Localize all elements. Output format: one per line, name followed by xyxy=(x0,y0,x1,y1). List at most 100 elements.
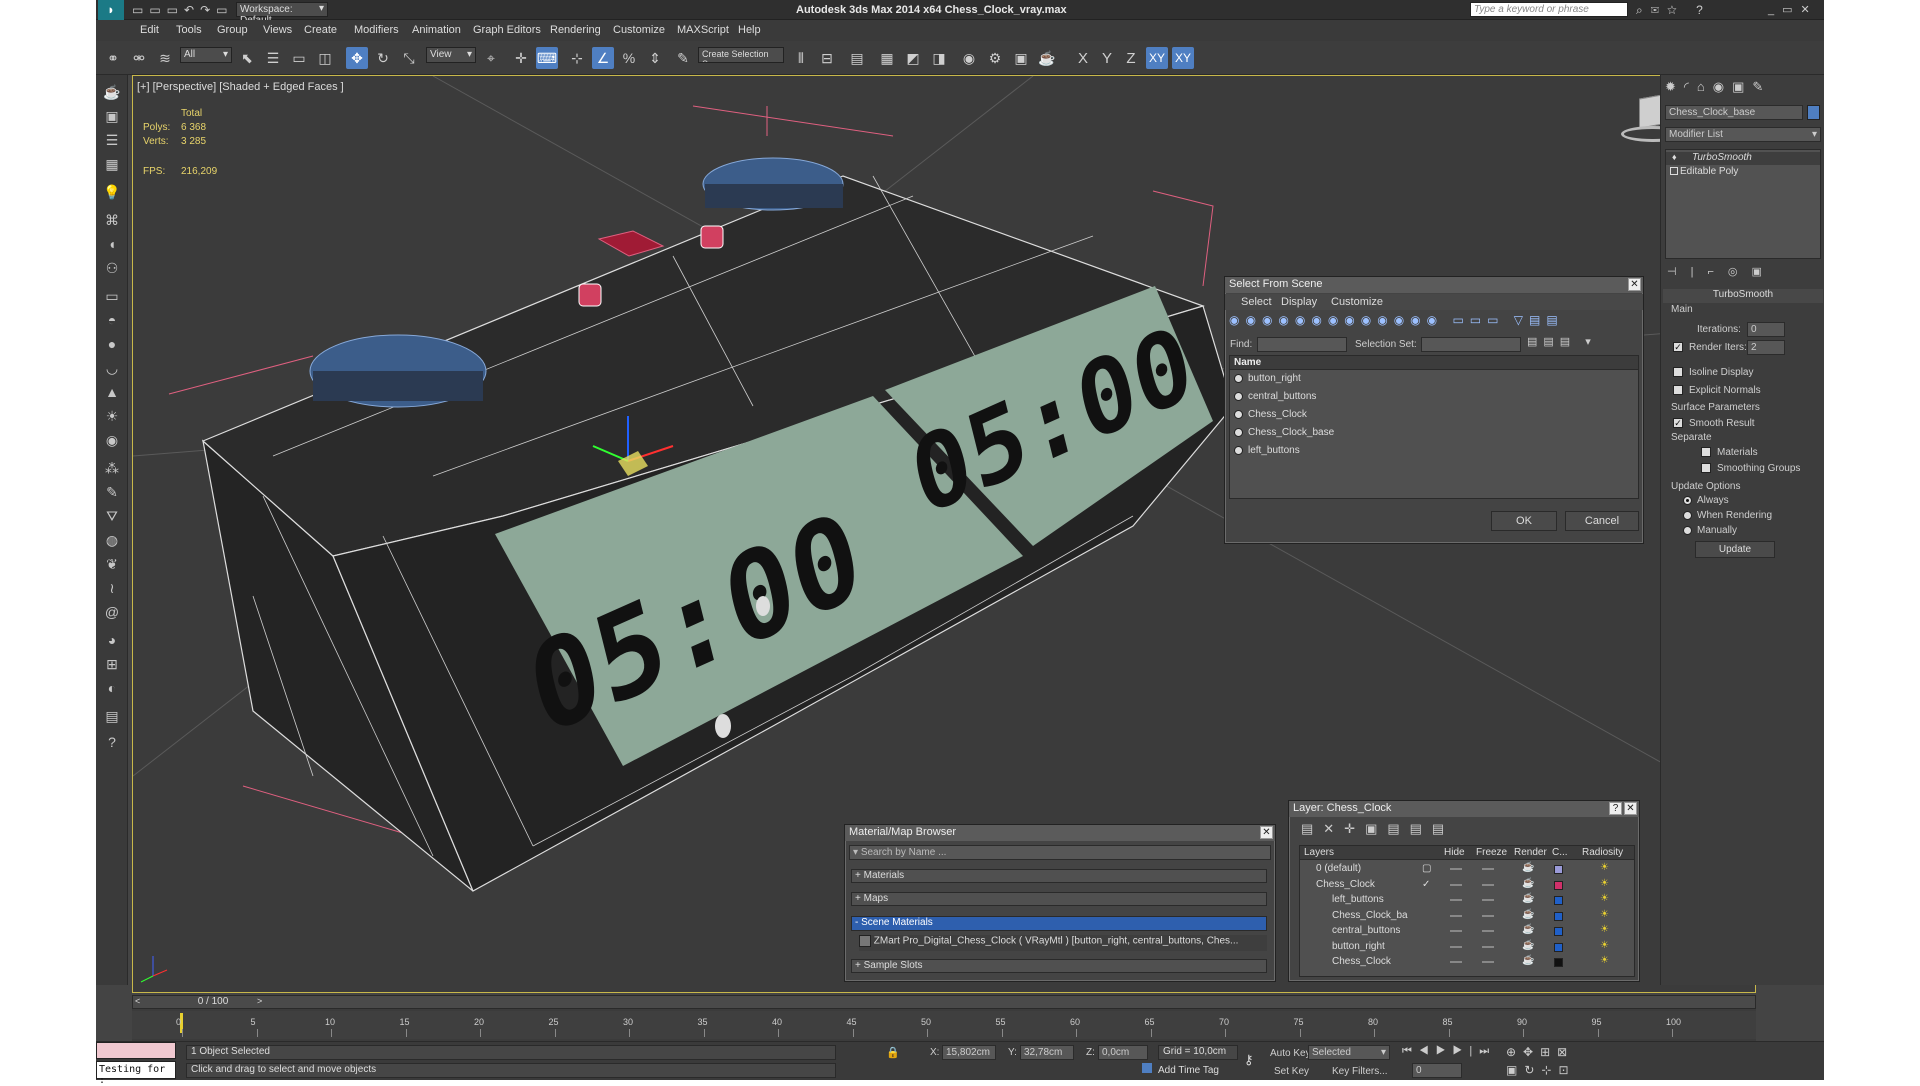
update-button[interactable]: Update xyxy=(1695,541,1775,558)
table-row[interactable]: Chess_Clock ✓ ☕ ☀ xyxy=(1300,878,1634,893)
pivot-center-icon[interactable]: ⌖ xyxy=(480,47,502,69)
ref-coord-dropdown[interactable]: View ▾ xyxy=(426,47,476,63)
list-item[interactable]: button_right xyxy=(1230,371,1638,388)
particles-icon[interactable]: ⁂ xyxy=(101,457,123,479)
sfs-filter-toolbar[interactable]: ◉◉◉◉◉◉◉◉◉◉◉◉◉ ▭▭▭ ▽▤▤ xyxy=(1229,313,1639,331)
grid-icon[interactable]: ▦ xyxy=(101,153,123,175)
select-move-icon[interactable]: ✥ xyxy=(346,47,368,69)
section-scene-materials[interactable]: - Scene Materials xyxy=(851,916,1267,931)
list-item[interactable]: Chess_Clock_base xyxy=(1230,425,1638,442)
render-iters-checkbox[interactable]: ✓ xyxy=(1673,342,1683,352)
hide-toggle[interactable] xyxy=(1450,930,1462,932)
app-logo-icon[interactable]: ◗ xyxy=(98,0,124,20)
iterations-spinner[interactable]: 0 xyxy=(1747,322,1785,337)
always-radio[interactable] xyxy=(1683,496,1692,505)
section-sample-slots[interactable]: + Sample Slots xyxy=(851,959,1267,973)
hide-toggle[interactable] xyxy=(1450,899,1462,901)
bind-spacewarp-icon[interactable]: ≋ xyxy=(154,47,176,69)
sfs-menu-select[interactable]: Select xyxy=(1241,296,1272,308)
quick-access-icons[interactable]: ▭▭▭↶↷▭ xyxy=(132,3,233,17)
smooth-result-checkbox[interactable]: ✓ xyxy=(1673,418,1683,428)
tripod-icon[interactable]: ⛛ xyxy=(101,505,123,527)
list-item[interactable]: central_buttons xyxy=(1230,389,1638,406)
when-rendering-radio[interactable] xyxy=(1683,511,1692,520)
object-name-field[interactable]: Chess_Clock_base xyxy=(1665,105,1803,120)
speaker-icon[interactable]: ◖ xyxy=(101,233,123,255)
workspace-dropdown[interactable]: Workspace: Default▾ xyxy=(236,2,328,26)
rendered-frame-icon[interactable]: ▣ xyxy=(1010,47,1032,69)
window-controls[interactable]: _▭✕ xyxy=(1768,3,1818,16)
menu-rendering[interactable]: Rendering xyxy=(550,24,601,36)
tape-icon[interactable]: ▤ xyxy=(101,705,123,727)
video-camera-icon[interactable]: ⚇ xyxy=(101,257,123,279)
radiosity-icon[interactable]: ☀ xyxy=(1600,909,1609,920)
freeze-toggle[interactable] xyxy=(1482,961,1494,963)
help-icon[interactable]: ? xyxy=(1609,802,1622,815)
list-item[interactable]: left_buttons xyxy=(1230,443,1638,460)
render-production-icon[interactable]: ☕ xyxy=(1036,47,1058,69)
current-layer-indicator[interactable]: ▢ xyxy=(1422,863,1431,874)
window-crossing-icon[interactable]: ◫ xyxy=(314,47,336,69)
radiosity-icon[interactable]: ☀ xyxy=(1600,893,1609,904)
prev-frame-icon[interactable]: < xyxy=(135,996,140,1006)
ok-button[interactable]: OK xyxy=(1491,511,1557,531)
stack-toolbar[interactable]: ⊣|⌐◎▣ xyxy=(1667,265,1817,281)
section-materials[interactable]: + Materials xyxy=(851,869,1267,883)
menu-views[interactable]: Views xyxy=(263,24,292,36)
key-icon[interactable]: ⚷ xyxy=(1244,1052,1254,1068)
key-mode-dropdown[interactable]: Selected ▾ xyxy=(1308,1045,1390,1060)
radiosity-icon[interactable]: ☀ xyxy=(1600,878,1609,889)
select-from-scene-title-bar[interactable]: Select From Scene ✕ xyxy=(1225,277,1643,293)
object-color-swatch[interactable] xyxy=(1807,105,1820,120)
hide-toggle[interactable] xyxy=(1450,868,1462,870)
select-scale-icon[interactable]: ⤡ xyxy=(398,47,420,69)
selection-filter-dropdown[interactable]: All ▾ xyxy=(180,47,232,63)
layer-color-swatch[interactable] xyxy=(1554,865,1563,874)
col-freeze[interactable]: Freeze xyxy=(1476,847,1507,858)
col-layers[interactable]: Layers xyxy=(1304,847,1334,858)
track-bar[interactable]: 0 5 10 15 20 25 30 35 40 45 50 55 60 65 70 75 80 85 90 95 10… xyxy=(132,1011,1756,1039)
hide-toggle[interactable] xyxy=(1450,883,1462,886)
col-color[interactable]: C... xyxy=(1552,847,1568,858)
cancel-button[interactable]: Cancel xyxy=(1565,511,1639,531)
z-coord-field[interactable]: 0,0cm xyxy=(1098,1045,1148,1060)
maxscript-input[interactable]: Testing for : xyxy=(96,1061,176,1086)
rect-selection-icon[interactable]: ▭ xyxy=(288,47,310,69)
time-slider[interactable]: < 0 / 100 > xyxy=(132,995,1756,1009)
hair-icon[interactable]: ≀ xyxy=(101,577,123,599)
link-icon[interactable]: ⚭ xyxy=(102,47,124,69)
command-panel-tabs[interactable]: ✹◜⌂◉▣✎ xyxy=(1665,79,1821,99)
teapot-icon[interactable]: ☕ xyxy=(1522,878,1534,889)
teapot-icon[interactable]: ☕ xyxy=(1522,893,1534,904)
materials-checkbox[interactable] xyxy=(1701,447,1711,457)
teapot-icon[interactable]: ☕ xyxy=(1522,955,1534,966)
light-bulb-icon[interactable]: 💡 xyxy=(101,181,123,203)
sfs-selset-icons[interactable]: ▤▤▤ ▾ xyxy=(1527,335,1597,348)
freeze-toggle[interactable] xyxy=(1482,930,1494,932)
current-frame-field[interactable]: 0 xyxy=(1412,1063,1462,1078)
snap-toggle-icon[interactable]: ⊹ xyxy=(566,47,588,69)
table-row[interactable]: Chess_Clock_ba ☕ ☀ xyxy=(1300,909,1634,924)
angle-snap-icon[interactable]: ∠ xyxy=(592,47,614,69)
lock-icon[interactable]: 🔒 xyxy=(886,1046,900,1059)
select-by-name-icon[interactable]: ☰ xyxy=(262,47,284,69)
scene-explorer-icon[interactable]: ⊞ xyxy=(101,653,123,675)
menu-customize[interactable]: Customize xyxy=(613,24,665,36)
menu-graph-editors[interactable]: Graph Editors xyxy=(473,24,541,36)
search-input[interactable]: Type a keyword or phrase xyxy=(1470,2,1628,17)
dome-icon[interactable]: ◓ xyxy=(101,309,123,331)
menu-help[interactable]: Help xyxy=(738,24,761,36)
sfs-selection-set-dropdown[interactable] xyxy=(1421,337,1521,352)
menu-maxscript[interactable]: MAXScript xyxy=(677,24,729,36)
material-icon[interactable]: ◐ xyxy=(101,677,123,699)
expand-icon[interactable] xyxy=(1670,167,1678,175)
brush-icon[interactable]: ✎ xyxy=(101,481,123,503)
close-icon[interactable]: ✕ xyxy=(1628,278,1641,291)
axis-xy-cycle-button[interactable]: XY xyxy=(1172,47,1194,69)
bowl-icon[interactable]: ◡ xyxy=(101,357,123,379)
next-frame-icon[interactable]: > xyxy=(257,996,262,1006)
table-row[interactable]: 0 (default) ▢ ☕ ☀ xyxy=(1300,862,1634,877)
render-icon[interactable]: ▣ xyxy=(101,105,123,127)
material-browser-title-bar[interactable]: Material/Map Browser ✕ xyxy=(845,825,1275,841)
radiosity-icon[interactable]: ☀ xyxy=(1600,955,1609,966)
